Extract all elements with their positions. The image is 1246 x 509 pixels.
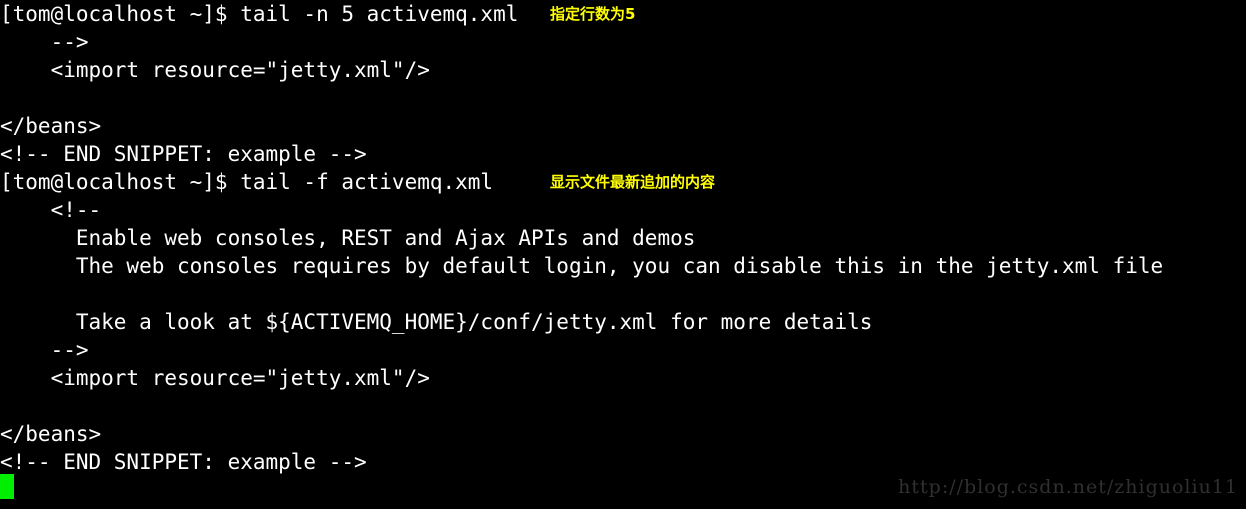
terminal-line-text: <import resource="jetty.xml"/> [0,366,430,390]
terminal-line-text: Take a look at ${ACTIVEMQ_HOME}/conf/jet… [0,310,873,334]
watermark-text: http://blog.csdn.net/zhiguoliu11 [898,476,1238,498]
terminal-line-text: [tom@localhost ~]$ tail -f activemq.xml [0,170,494,194]
terminal-line-text: <!-- END SNIPPET: example --> [0,142,367,166]
terminal-line-text: Enable web consoles, REST and Ajax APIs … [0,226,696,250]
terminal-line: <!-- [0,196,102,224]
terminal-line: [tom@localhost ~]$ tail -n 5 activemq.xm… [0,0,518,28]
terminal-line: [tom@localhost ~]$ tail -f activemq.xml [0,168,493,196]
terminal-line: The web consoles requires by default log… [0,252,1163,280]
terminal-line-text: --> [0,338,89,362]
terminal-line-text: </beans> [0,114,102,138]
terminal-line-text: [tom@localhost ~]$ tail -n 5 activemq.xm… [0,2,519,26]
terminal-line: <import resource="jetty.xml"/> [0,56,430,84]
terminal-line-text: <!-- END SNIPPET: example --> [0,450,367,474]
annotation-label: 显示文件最新追加的内容 [550,173,716,191]
terminal-line-text: <import resource="jetty.xml"/> [0,58,430,82]
terminal-line: <!-- END SNIPPET: example --> [0,448,367,476]
terminal-line: <!-- END SNIPPET: example --> [0,140,367,168]
terminal-line-text: </beans> [0,422,102,446]
terminal-line-text: The web consoles requires by default log… [0,254,1164,278]
terminal-line: --> [0,28,89,56]
terminal-line: --> [0,336,89,364]
terminal-line: </beans> [0,420,101,448]
terminal-line: Take a look at ${ACTIVEMQ_HOME}/conf/jet… [0,308,873,336]
terminal-line: </beans> [0,112,101,140]
terminal-cursor [0,474,14,499]
terminal-line: Enable web consoles, REST and Ajax APIs … [0,224,696,252]
annotation-label: 指定行数为5 [550,5,636,23]
terminal-line-text: --> [0,30,89,54]
terminal-line: <import resource="jetty.xml"/> [0,364,430,392]
terminal-window[interactable]: [tom@localhost ~]$ tail -n 5 activemq.xm… [0,0,1246,509]
terminal-line-text: <!-- [0,198,102,222]
